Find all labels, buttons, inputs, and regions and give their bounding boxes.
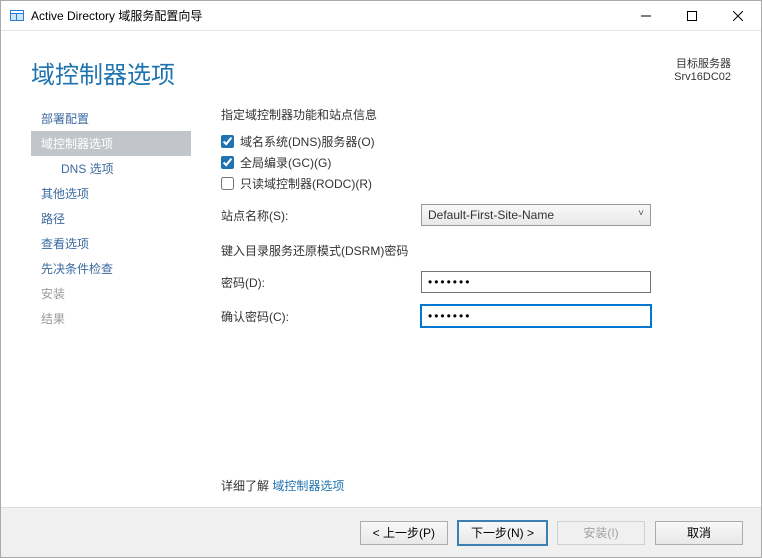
confirm-password-row: 确认密码(C):	[221, 305, 731, 327]
window-title: Active Directory 域服务配置向导	[31, 7, 623, 24]
target-server-block: 目标服务器 Srv16DC02	[674, 55, 731, 83]
content: 指定域控制器功能和站点信息 域名系统(DNS)服务器(O) 全局编录(GC)(G…	[191, 100, 731, 507]
page-title: 域控制器选项	[31, 55, 674, 90]
option-dns[interactable]: 域名系统(DNS)服务器(O)	[221, 133, 731, 150]
minimize-button[interactable]	[623, 1, 669, 31]
sidebar-item-paths[interactable]: 路径	[31, 206, 191, 231]
checkbox-rodc[interactable]	[221, 177, 234, 190]
main: 部署配置 域控制器选项 DNS 选项 其他选项 路径 查看选项 先决条件检查 安…	[1, 100, 761, 507]
password-row: 密码(D):	[221, 271, 731, 293]
checkbox-dns-label: 域名系统(DNS)服务器(O)	[240, 133, 375, 150]
password-input[interactable]	[421, 271, 651, 293]
password-label: 密码(D):	[221, 274, 421, 291]
checkbox-dns[interactable]	[221, 135, 234, 148]
title-bar: Active Directory 域服务配置向导	[1, 1, 761, 31]
sidebar-item-dns-options[interactable]: DNS 选项	[31, 156, 191, 181]
window-controls	[623, 1, 761, 31]
section-label-capabilities: 指定域控制器功能和站点信息	[221, 106, 731, 123]
site-name-select[interactable]: Default-First-Site-Name	[421, 204, 651, 226]
app-icon	[9, 8, 25, 24]
maximize-button[interactable]	[669, 1, 715, 31]
sidebar-item-additional-options[interactable]: 其他选项	[31, 181, 191, 206]
prev-button[interactable]: < 上一步(P)	[360, 521, 448, 545]
confirm-password-input[interactable]	[421, 305, 651, 327]
close-button[interactable]	[715, 1, 761, 31]
sidebar-item-results: 结果	[31, 306, 191, 331]
learn-more-prefix: 详细了解	[221, 479, 269, 493]
site-name-label: 站点名称(S):	[221, 207, 421, 224]
header: 域控制器选项 目标服务器 Srv16DC02	[1, 31, 761, 100]
next-button[interactable]: 下一步(N) >	[458, 521, 547, 545]
install-button: 安装(I)	[557, 521, 645, 545]
sidebar-item-review[interactable]: 查看选项	[31, 231, 191, 256]
site-name-row: 站点名称(S): Default-First-Site-Name	[221, 204, 731, 226]
sidebar-item-install: 安装	[31, 281, 191, 306]
option-gc[interactable]: 全局编录(GC)(G)	[221, 154, 731, 171]
sidebar-item-dc-options[interactable]: 域控制器选项	[31, 131, 191, 156]
footer: < 上一步(P) 下一步(N) > 安装(I) 取消	[1, 507, 761, 557]
cancel-button[interactable]: 取消	[655, 521, 743, 545]
target-server-host: Srv16DC02	[674, 71, 731, 83]
confirm-password-label: 确认密码(C):	[221, 308, 421, 325]
sidebar-item-deployment-config[interactable]: 部署配置	[31, 106, 191, 131]
checkbox-gc-label: 全局编录(GC)(G)	[240, 154, 331, 171]
target-server-label: 目标服务器	[674, 55, 731, 71]
site-name-value: Default-First-Site-Name	[428, 208, 554, 222]
option-rodc[interactable]: 只读域控制器(RODC)(R)	[221, 175, 731, 192]
checkbox-rodc-label: 只读域控制器(RODC)(R)	[240, 175, 372, 192]
learn-more-link[interactable]: 域控制器选项	[272, 479, 344, 493]
sidebar: 部署配置 域控制器选项 DNS 选项 其他选项 路径 查看选项 先决条件检查 安…	[31, 100, 191, 507]
section-label-dsrm: 键入目录服务还原模式(DSRM)密码	[221, 242, 731, 259]
sidebar-item-prereq-check[interactable]: 先决条件检查	[31, 256, 191, 281]
checkbox-gc[interactable]	[221, 156, 234, 169]
learn-more: 详细了解 域控制器选项	[221, 477, 731, 494]
